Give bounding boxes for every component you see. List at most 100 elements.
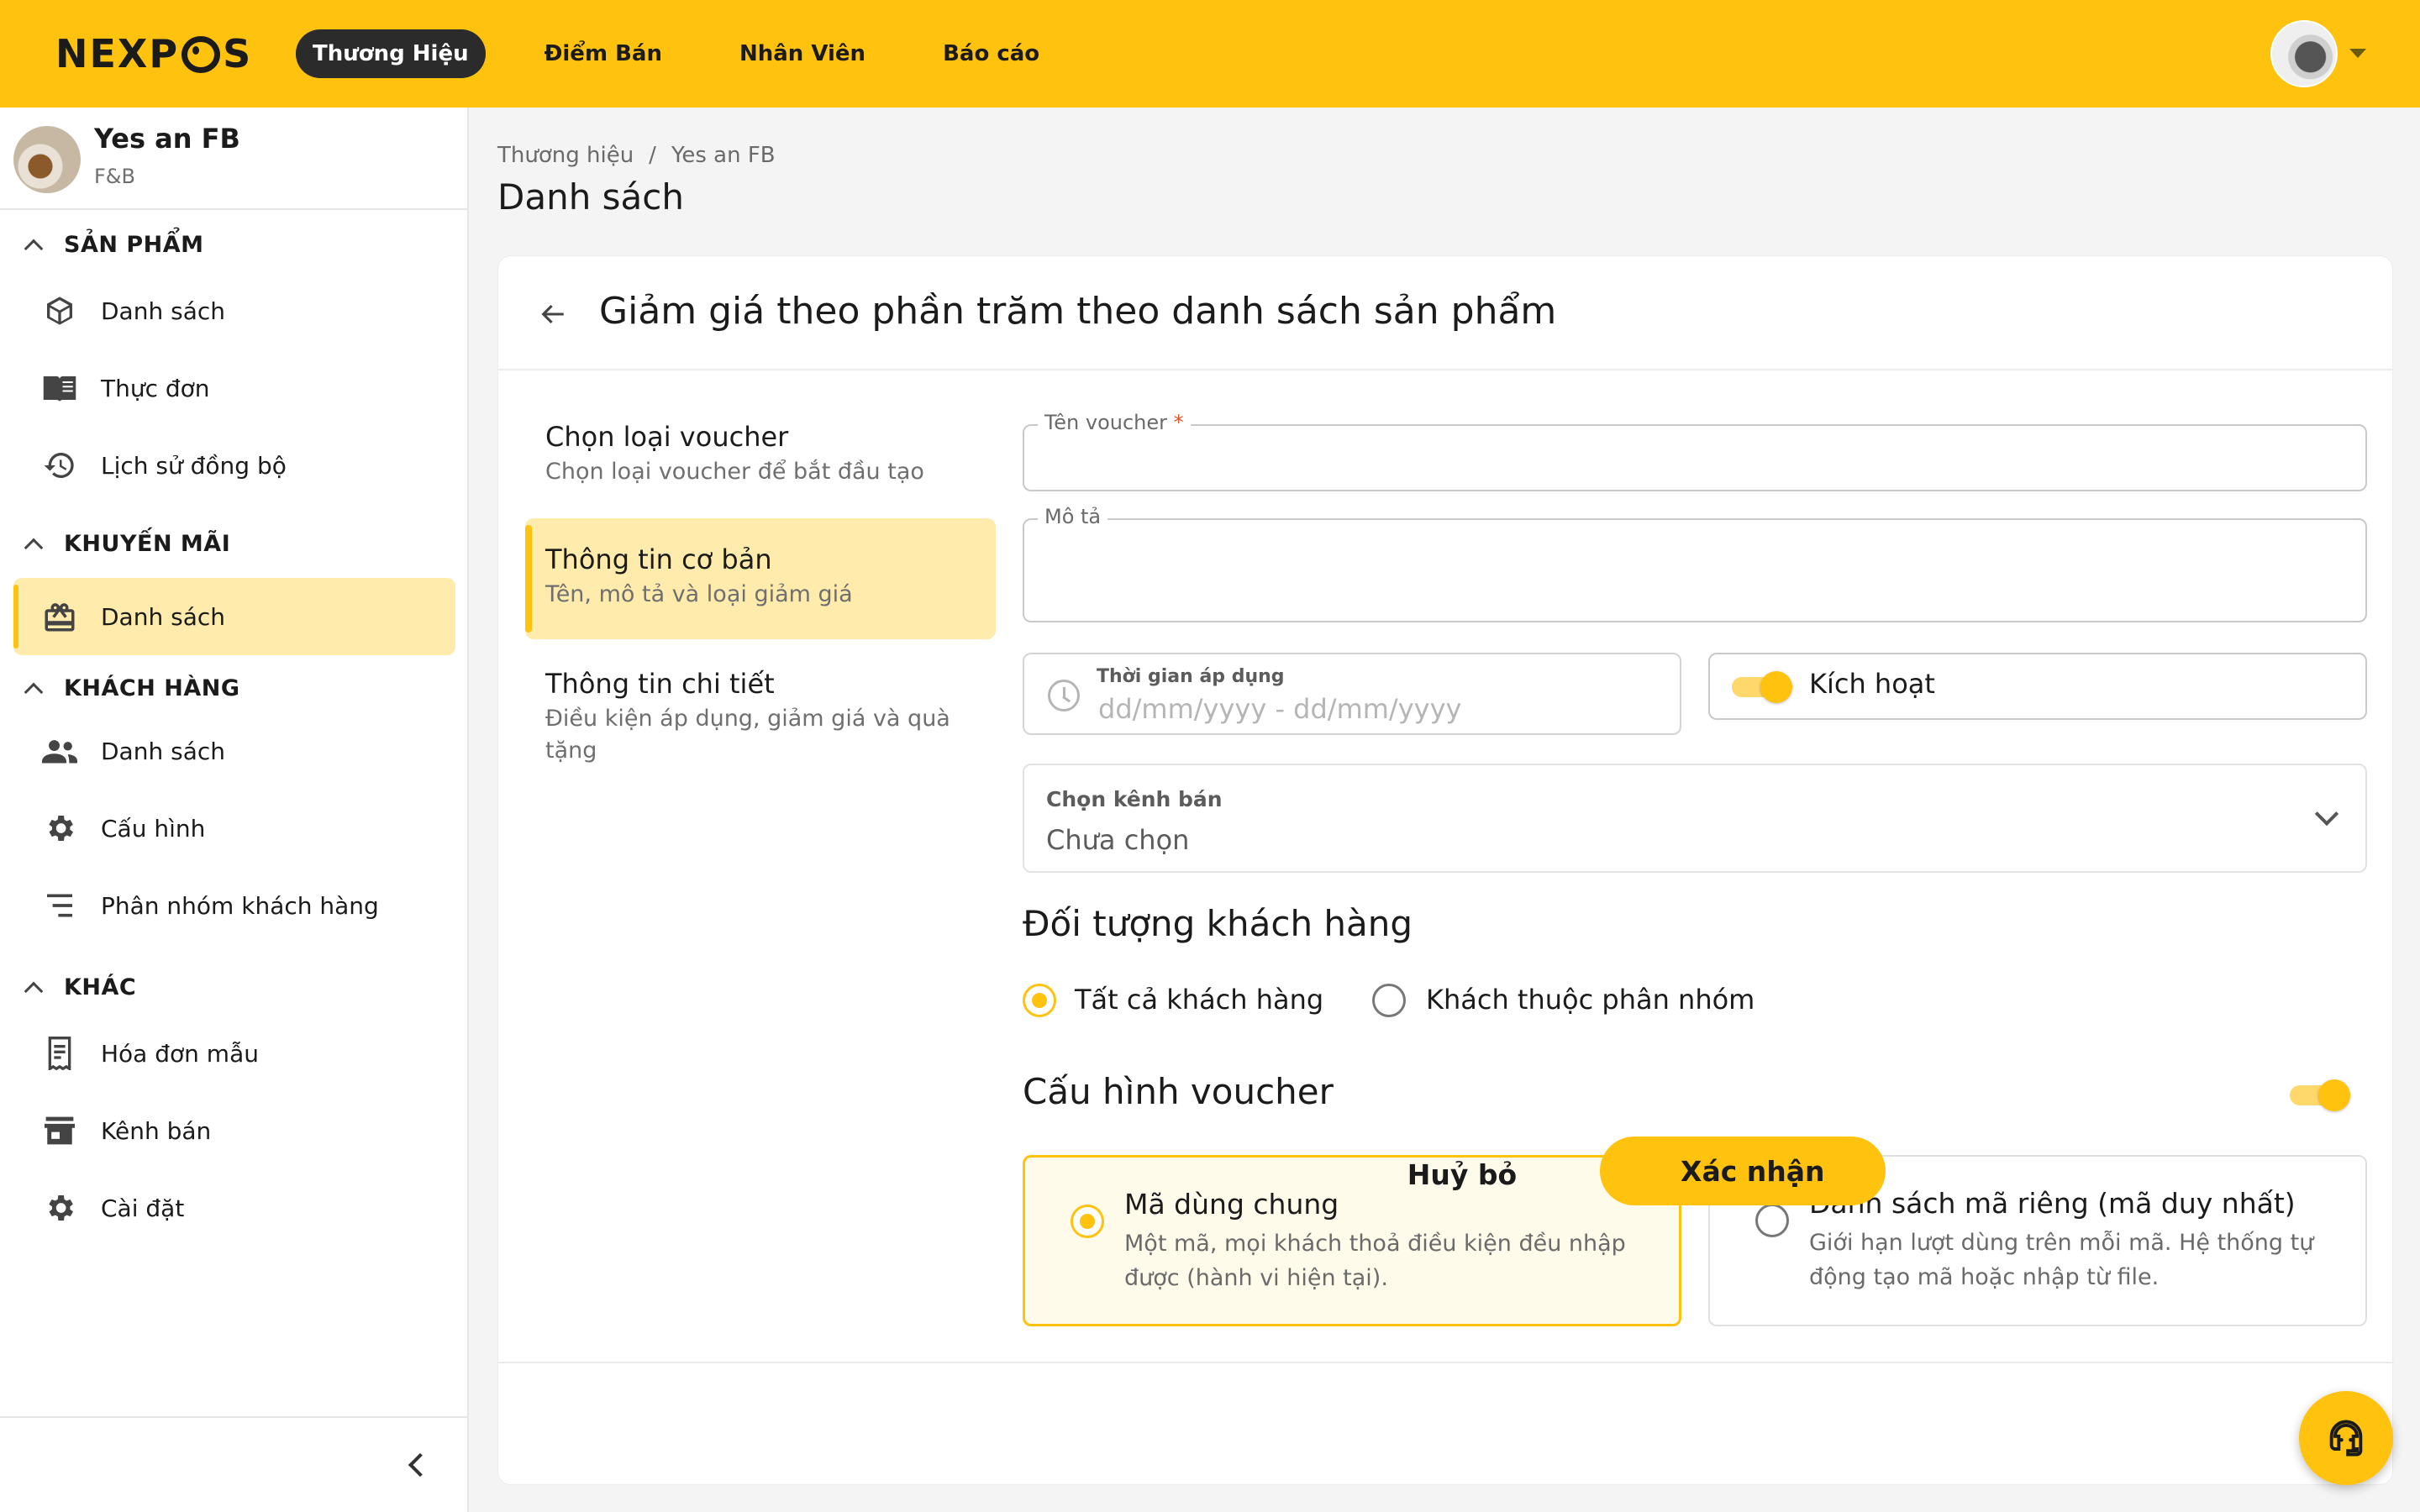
radio-shared-code[interactable]	[1071, 1205, 1104, 1238]
sidebar-item-customers-list[interactable]: Danh sách	[13, 712, 455, 790]
sidebar-item-label: Hóa đơn mẫu	[101, 1039, 259, 1068]
step-title: Thông tin chi tiết	[545, 668, 775, 700]
nav-thuong-hieu[interactable]: Thương Hiệu	[296, 29, 486, 78]
nav-bao-cao[interactable]: Báo cáo	[926, 29, 1056, 78]
card-footer	[498, 1362, 2394, 1486]
history-icon	[42, 448, 77, 483]
option-desc: Một mã, mọi khách thoả điều kiện đều nhậ…	[1124, 1231, 1626, 1291]
gift-card-icon	[42, 599, 77, 634]
activate-label: Kích hoạt	[1809, 668, 1935, 700]
sidebar-item-label: Thực đơn	[101, 374, 210, 402]
sidebar-item-promotions-list[interactable]: Danh sách	[13, 578, 455, 655]
option-title: Mã dùng chung	[1124, 1188, 1339, 1221]
radio-customer-group[interactable]	[1372, 984, 1406, 1017]
sidebar-item-products-list[interactable]: Danh sách	[13, 272, 455, 349]
sidebar-item-label: Cấu hình	[101, 814, 206, 843]
voucher-form-card: Giảm giá theo phần trăm theo danh sách s…	[497, 255, 2394, 1486]
headset-icon	[2329, 1420, 2363, 1457]
clock-icon	[1048, 680, 1080, 711]
store-icon	[42, 1113, 77, 1148]
sidebar-item-sales-channels[interactable]: Kênh bán	[13, 1092, 455, 1169]
cancel-button[interactable]: Huỷ bỏ	[1378, 1142, 1546, 1206]
step-title: Chọn loại voucher	[545, 421, 789, 453]
audience-title: Đối tượng khách hàng	[1023, 903, 1413, 944]
sidebar-item-label: Cài đặt	[101, 1194, 185, 1222]
card-header: Giảm giá theo phần trăm theo danh sách s…	[498, 256, 2394, 370]
sales-channel-value: Chưa chọn	[1046, 824, 1190, 856]
option-desc: Giới hạn lượt dùng trên mỗi mã. Hệ thống…	[1809, 1230, 2314, 1290]
filter-list-icon	[42, 888, 77, 923]
voucher-name-field[interactable]: Tên voucher *	[1023, 411, 2367, 491]
sales-channel-label: Chọn kênh bán	[1046, 787, 1223, 811]
settings-gear-icon	[42, 1190, 77, 1226]
top-bar: NEXP S Thương Hiệu Điểm Bán Nhân Viên Báo…	[0, 0, 2420, 108]
section-label: KHUYẾN MÃI	[64, 530, 231, 557]
chevron-up-icon	[24, 538, 44, 558]
step-choose-type[interactable]: Chọn loại voucher Chọn loại voucher để b…	[525, 401, 996, 510]
breadcrumb-current[interactable]: Yes an FB	[671, 143, 776, 168]
people-icon	[42, 733, 77, 769]
date-range-label: Thời gian áp dụng	[1097, 666, 1285, 687]
description-label: Mô tả	[1038, 505, 1108, 528]
date-range-placeholder: dd/mm/yyyy - dd/mm/yyyy	[1098, 693, 1462, 725]
nav-nhan-vien[interactable]: Nhân Viên	[723, 29, 882, 78]
breadcrumb-brand[interactable]: Thương hiệu	[497, 143, 634, 168]
sidebar-item-customer-groups[interactable]: Phân nhóm khách hàng	[13, 867, 455, 944]
sidebar-item-label: Phân nhóm khách hàng	[101, 891, 379, 920]
sidebar-item-label: Kênh bán	[101, 1116, 212, 1145]
step-title: Thông tin cơ bản	[545, 543, 772, 575]
user-menu-caret-icon[interactable]	[2349, 49, 2366, 58]
section-san-pham[interactable]: SẢN PHẨM	[0, 225, 467, 264]
breadcrumb-separator: /	[649, 143, 656, 168]
nexpos-logo[interactable]: NEXP S	[55, 30, 252, 77]
section-khach-hang[interactable]: KHÁCH HÀNG	[0, 669, 467, 707]
chevron-up-icon	[24, 682, 44, 702]
radio-customer-group-label[interactable]: Khách thuộc phân nhóm	[1426, 984, 1754, 1016]
step-details[interactable]: Thông tin chi tiết Điều kiện áp dụng, gi…	[525, 651, 996, 777]
sidebar-item-menu[interactable]: Thực đơn	[13, 349, 455, 427]
brand-name: Yes an FB	[94, 123, 240, 155]
config-toggle[interactable]	[2290, 1079, 2350, 1111]
option-shared-code[interactable]: Mã dùng chung Một mã, mọi khách thoả điề…	[1023, 1155, 1681, 1326]
step-desc: Chọn loại voucher để bắt đầu tạo	[545, 459, 924, 485]
sidebar-item-settings[interactable]: Cài đặt	[13, 1169, 455, 1247]
radio-unique-codes[interactable]	[1755, 1204, 1789, 1237]
radio-all-customers-label[interactable]: Tất cả khách hàng	[1075, 984, 1323, 1016]
sidebar-item-invoice-templates[interactable]: Hóa đơn mẫu	[13, 1015, 455, 1092]
page-title: Danh sách	[497, 176, 684, 218]
confirm-button[interactable]: Xác nhận	[1600, 1137, 1886, 1205]
book-icon	[42, 370, 77, 406]
sidebar-item-sync-history[interactable]: Lịch sử đồng bộ	[13, 427, 455, 504]
gear-icon	[42, 811, 77, 846]
nav-diem-ban[interactable]: Điểm Bán	[528, 29, 679, 78]
back-arrow-icon[interactable]	[539, 300, 567, 328]
description-field[interactable]: Mô tả	[1023, 505, 2367, 622]
activate-toggle[interactable]	[1732, 671, 1792, 703]
step-basic-info[interactable]: Thông tin cơ bản Tên, mô tả và loại giảm…	[525, 518, 996, 639]
section-label: KHÁC	[64, 974, 137, 1000]
sidebar-item-customer-config[interactable]: Cấu hình	[13, 790, 455, 867]
collapse-sidebar-button[interactable]	[0, 1416, 467, 1512]
support-chat-button[interactable]	[2299, 1391, 2393, 1485]
receipt-icon	[42, 1036, 77, 1071]
section-khuyen-mai[interactable]: KHUYẾN MÃI	[0, 524, 467, 563]
radio-all-customers[interactable]	[1023, 984, 1056, 1017]
sidebar-item-label: Danh sách	[101, 297, 225, 325]
main-nav: Thương Hiệu Điểm Bán Nhân Viên Báo cáo	[296, 29, 1100, 78]
option-title: Danh sách mã riêng (mã duy nhất)	[1809, 1187, 2296, 1220]
user-avatar[interactable]	[2270, 20, 2338, 87]
activate-toggle-field: Kích hoạt	[1708, 653, 2367, 720]
sidebar-item-label: Danh sách	[101, 737, 225, 765]
brand-header[interactable]: Yes an FB F&B	[0, 108, 467, 210]
sales-channel-select[interactable]: Chọn kênh bán Chưa chọn	[1023, 764, 2367, 873]
sidebar-item-label: Danh sách	[101, 602, 225, 631]
date-range-field[interactable]: Thời gian áp dụng dd/mm/yyyy - dd/mm/yyy…	[1023, 653, 1681, 735]
sidebar: Yes an FB F&B SẢN PHẨM Danh sách Thực đơ…	[0, 108, 469, 1512]
step-desc: Điều kiện áp dụng, giảm giá và quà tặng	[545, 706, 950, 764]
config-title: Cấu hình voucher	[1023, 1071, 1334, 1112]
step-desc: Tên, mô tả và loại giảm giá	[545, 581, 853, 607]
section-khac[interactable]: KHÁC	[0, 968, 467, 1006]
chevron-left-icon	[408, 1452, 433, 1478]
chevron-up-icon	[24, 981, 44, 1001]
chevron-up-icon	[24, 239, 44, 259]
